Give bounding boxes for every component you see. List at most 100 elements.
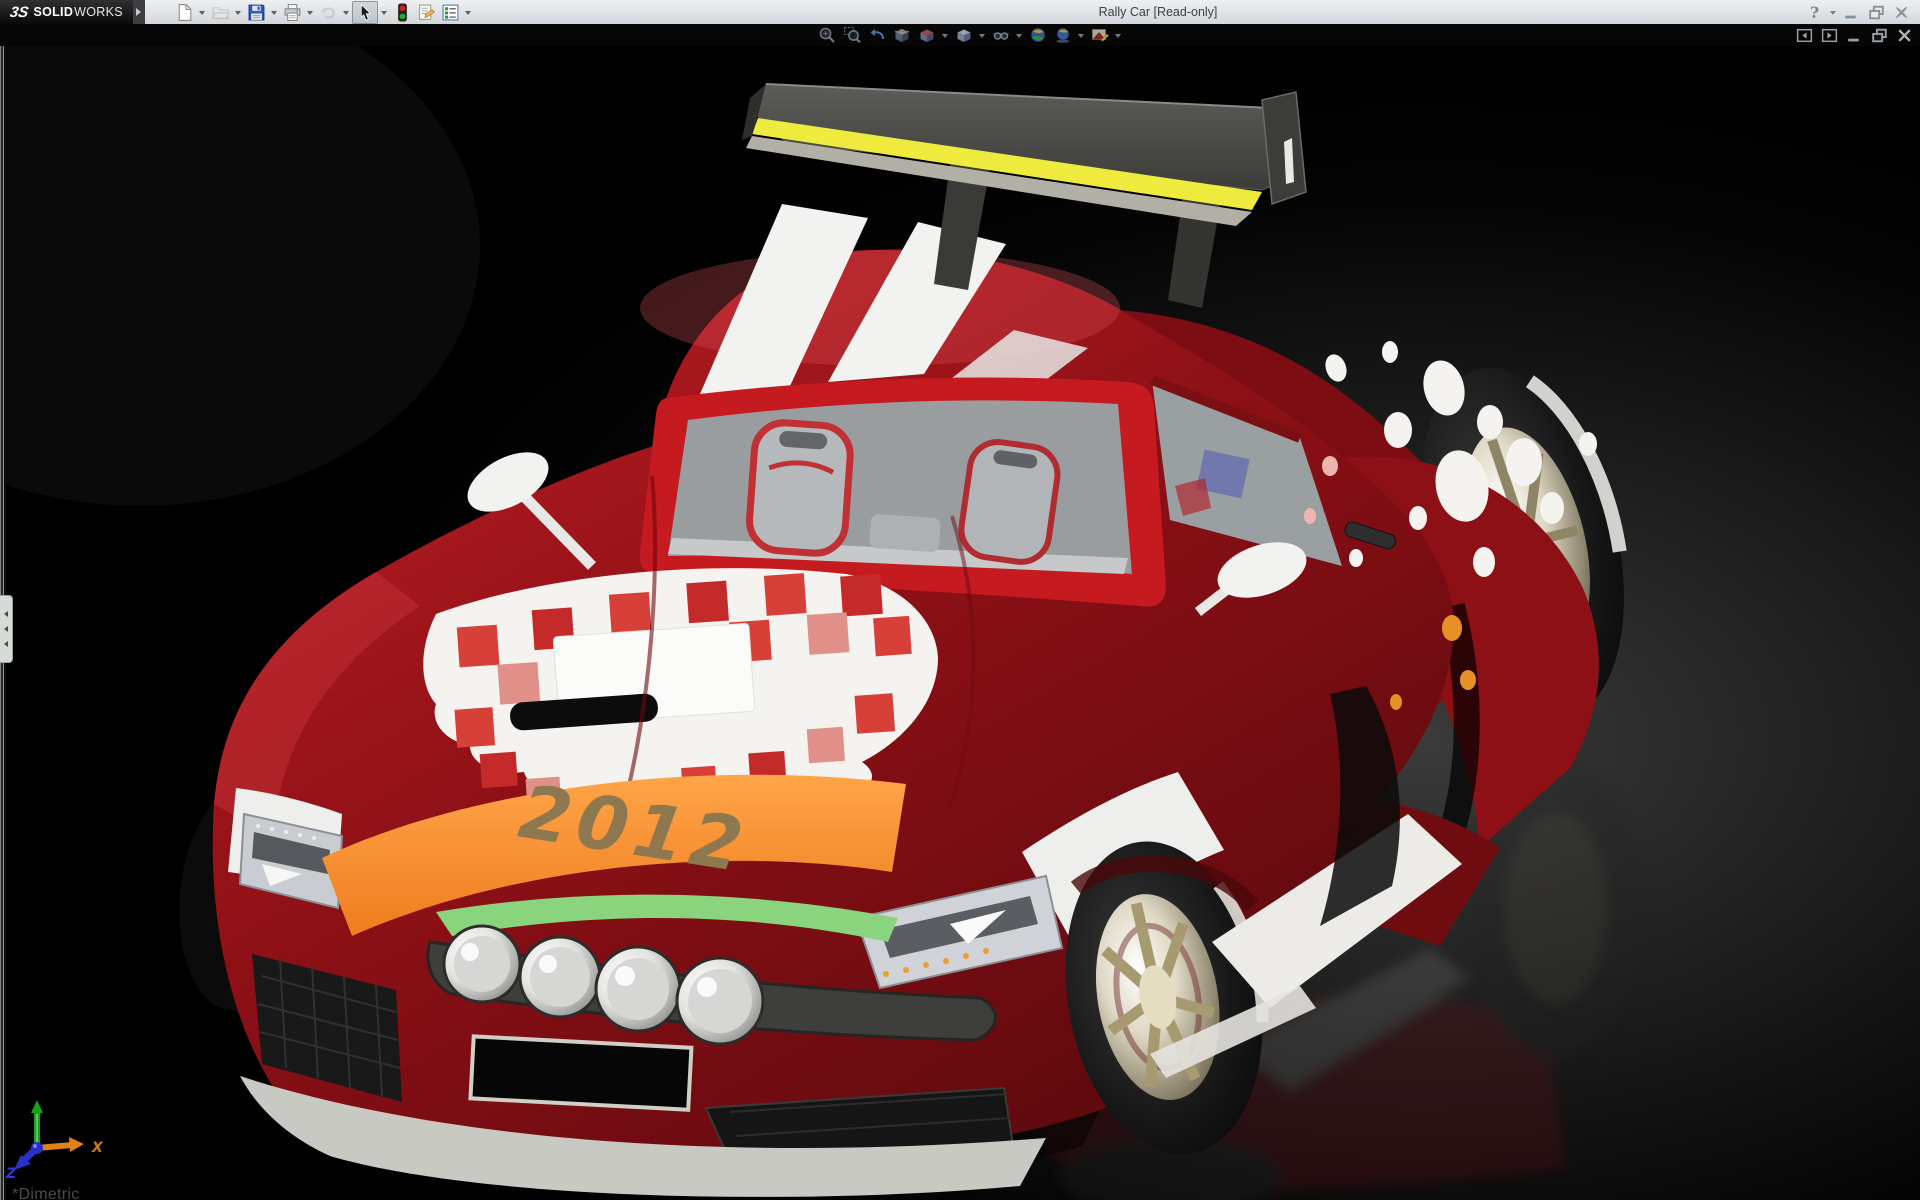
- close-app-icon: [1892, 3, 1911, 22]
- apply-scene-button[interactable]: [1025, 25, 1050, 46]
- select-icon: [356, 3, 375, 22]
- minimize-doc-icon: [1845, 26, 1864, 45]
- document-title: Rally Car [Read-only]: [1099, 5, 1218, 19]
- undo-dropdown[interactable]: [340, 2, 352, 23]
- chevron-down-icon: [381, 11, 387, 18]
- help-button[interactable]: ?: [1802, 1, 1827, 23]
- app-window-controls: ?: [1802, 0, 1914, 24]
- chevron-down-icon: [1078, 34, 1084, 41]
- interference-check-icon: [393, 3, 412, 22]
- display-style-dropdown[interactable]: [976, 25, 988, 46]
- chevron-down-icon: [235, 11, 241, 18]
- display-style-button[interactable]: [951, 25, 976, 46]
- chevron-down-icon: [271, 11, 277, 18]
- restore-app-button[interactable]: [1864, 1, 1889, 23]
- options-button[interactable]: [438, 2, 462, 23]
- orientation-triad: X Z: [4, 1096, 124, 1186]
- save-button[interactable]: [244, 2, 268, 23]
- viewport-header: [0, 24, 1920, 46]
- print-dropdown[interactable]: [304, 2, 316, 23]
- edit-appearance-dropdown[interactable]: [1112, 25, 1124, 46]
- chevron-down-icon: [1016, 34, 1022, 41]
- pane-right-button[interactable]: [1817, 25, 1841, 46]
- previous-view-button[interactable]: [864, 25, 889, 46]
- new-document-icon: [175, 3, 194, 22]
- minimize-doc-button[interactable]: [1842, 25, 1866, 46]
- chevron-left-icon: [1, 611, 8, 617]
- view-settings-dropdown[interactable]: [1075, 25, 1087, 46]
- close-app-button[interactable]: [1889, 1, 1914, 23]
- view-settings-button[interactable]: [1050, 25, 1075, 46]
- pane-left-button[interactable]: [1792, 25, 1816, 46]
- previous-view-icon: [868, 26, 886, 44]
- solidworks-logo-text: SOLID: [33, 5, 73, 19]
- hide-show-items-button[interactable]: [988, 25, 1013, 46]
- new-document-dropdown[interactable]: [196, 2, 208, 23]
- chevron-down-icon: [307, 11, 313, 18]
- restore-app-icon: [1867, 3, 1886, 22]
- chevron-down-icon: [979, 34, 985, 41]
- undo-icon: [319, 3, 338, 22]
- print-icon: [283, 3, 302, 22]
- pane-right-icon: [1820, 26, 1839, 45]
- close-doc-button[interactable]: [1892, 25, 1916, 46]
- chevron-down-icon: [1115, 34, 1121, 41]
- dassault-3ds-logo-icon: 3S: [9, 4, 30, 21]
- options-icon: [441, 3, 460, 22]
- design-binder-icon: [417, 3, 436, 22]
- solidworks-logo: 3S SOLID WORKS: [0, 0, 133, 24]
- restore-doc-icon: [1870, 26, 1889, 45]
- license-plate: [470, 1036, 691, 1109]
- chevron-left-icon: [1, 641, 8, 647]
- close-doc-icon: [1895, 26, 1914, 45]
- interference-check-button[interactable]: [390, 2, 414, 23]
- restore-doc-button[interactable]: [1867, 25, 1891, 46]
- view-settings-icon: [1054, 26, 1072, 44]
- solidworks-window: 3S SOLID WORKS Rally Car [Read-only] ?: [0, 0, 1920, 1200]
- minimize-app-button[interactable]: [1839, 1, 1864, 23]
- chevron-down-icon: [1830, 11, 1836, 18]
- view-orientation-button[interactable]: [914, 25, 939, 46]
- open-button: [208, 2, 232, 23]
- triad-x-label: X: [91, 1140, 104, 1156]
- document-window-controls: [1792, 24, 1916, 46]
- triad-z-label: Z: [5, 1166, 17, 1182]
- edit-appearance-button[interactable]: [1087, 25, 1112, 46]
- heads-up-view-toolbar: [814, 24, 1124, 46]
- chevron-down-icon: [465, 11, 471, 18]
- zoom-to-area-button[interactable]: [839, 25, 864, 46]
- section-view-button[interactable]: [889, 25, 914, 46]
- new-document-button[interactable]: [172, 2, 196, 23]
- view-orientation-icon: [918, 26, 936, 44]
- standard-toolbar: [172, 1, 474, 23]
- save-icon: [247, 3, 266, 22]
- zoom-to-fit-button[interactable]: [814, 25, 839, 46]
- apply-scene-icon: [1029, 26, 1047, 44]
- options-dropdown[interactable]: [462, 2, 474, 23]
- graphics-viewport[interactable]: 2012: [0, 46, 1920, 1200]
- feature-pane-expand-handle[interactable]: [0, 595, 13, 663]
- undo-button: [316, 2, 340, 23]
- design-binder-button[interactable]: [414, 2, 438, 23]
- rally-car-render: 2012: [0, 46, 1920, 1200]
- chevron-down-icon: [343, 11, 349, 18]
- chevron-down-icon: [942, 34, 948, 41]
- print-button[interactable]: [280, 2, 304, 23]
- help-dropdown[interactable]: [1827, 2, 1839, 23]
- hide-show-items-dropdown[interactable]: [1013, 25, 1025, 46]
- chevron-left-icon: [1, 626, 8, 632]
- display-style-icon: [955, 26, 973, 44]
- zoom-to-fit-icon: [818, 26, 836, 44]
- view-orientation-label: *Dimetric: [12, 1186, 80, 1200]
- select-dropdown[interactable]: [378, 2, 390, 23]
- save-dropdown[interactable]: [268, 2, 280, 23]
- view-orientation-dropdown[interactable]: [939, 25, 951, 46]
- menu-expand-arrow[interactable]: [133, 0, 145, 24]
- open-icon: [211, 3, 230, 22]
- zoom-to-area-icon: [843, 26, 861, 44]
- open-dropdown[interactable]: [232, 2, 244, 23]
- edit-appearance-icon: [1091, 26, 1109, 44]
- pane-left-icon: [1795, 26, 1814, 45]
- select-button[interactable]: [352, 1, 378, 24]
- chevron-right-icon: [136, 8, 145, 16]
